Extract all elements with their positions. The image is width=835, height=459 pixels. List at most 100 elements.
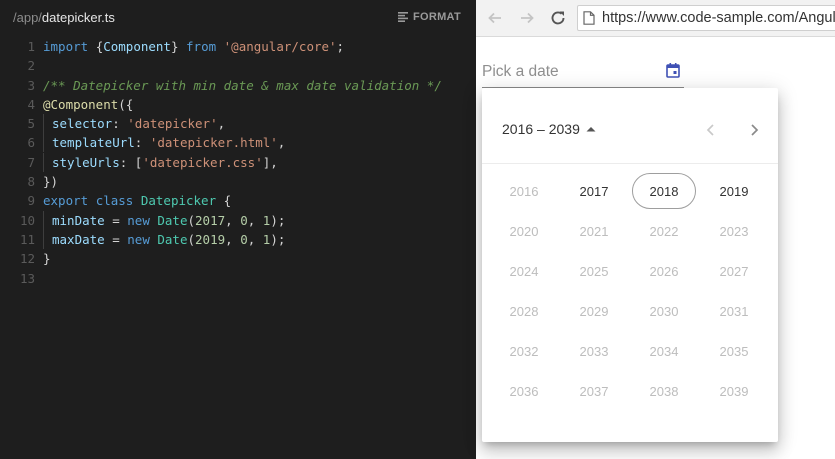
code-token: = (104, 212, 128, 228)
code-token: , (247, 231, 263, 247)
code-token: Datepicker (140, 193, 217, 209)
code-line: 10 minDate = new Date(2017, 0, 1); (0, 210, 476, 230)
code-token: 2019 (195, 231, 226, 247)
code-line: 12} (0, 249, 476, 268)
code-token: , (277, 135, 286, 151)
year-cell-2017[interactable]: 2017 (562, 173, 626, 209)
code-line: 2 (0, 56, 476, 75)
calendar-divider (482, 163, 778, 164)
year-cell-2024: 2024 (509, 263, 539, 279)
arrow-right-icon (521, 12, 534, 24)
year-cell-2018[interactable]: 2018 (632, 173, 696, 209)
year-cell-2026: 2026 (649, 263, 679, 279)
code-token: } (170, 39, 187, 54)
code-token: { (216, 193, 232, 209)
code-area[interactable]: 1 import {Component} from '@angular/core'… (0, 37, 476, 288)
code-token: , (225, 231, 241, 247)
year-cell-2038: 2038 (649, 383, 679, 399)
code-token: } (43, 251, 51, 267)
code-token: ; (336, 39, 345, 54)
year-cell-2035: 2035 (719, 343, 749, 359)
line-number: 7 (27, 154, 35, 170)
address-bar[interactable]: https://www.code-sample.com/Angular (577, 5, 835, 31)
year-cell-2032: 2032 (509, 343, 539, 359)
code-token: 2017 (195, 212, 226, 228)
code-token: ( (187, 212, 196, 228)
code-token: ( (187, 231, 196, 247)
code-token: import (43, 39, 96, 54)
year-cell-2016: 2016 (509, 183, 539, 199)
back-button[interactable] (485, 8, 505, 28)
code-token: : (134, 135, 150, 151)
page-icon (583, 11, 595, 25)
line-number: 2 (27, 58, 35, 74)
period-label: 2016 – 2039 (502, 121, 580, 137)
arrow-left-icon (488, 12, 501, 24)
code-editor-panel: /app/datepicker.ts FORMAT 1 import { Compo… (0, 0, 476, 459)
code-token: Component (103, 39, 171, 54)
browser-toolbar: https://www.code-sample.com/Angular (476, 0, 835, 37)
code-token: templateUrl (52, 135, 135, 151)
code-token: 'datepicker' (127, 116, 218, 132)
code-token: ({ (118, 96, 134, 112)
date-input[interactable] (482, 61, 652, 83)
code-token: @Component (43, 96, 119, 112)
code-token: Date (157, 231, 188, 247)
code-token: , (225, 212, 241, 228)
code-line: 3 /** Datepicker with min date & max date… (0, 76, 476, 95)
next-button[interactable] (746, 122, 762, 138)
line-number: 8 (27, 174, 35, 190)
code-token: 0 (240, 231, 248, 247)
line-number: 1 (27, 39, 35, 54)
line-number: 13 (19, 270, 35, 286)
code-token: }) (43, 174, 59, 190)
year-cell-2020: 2020 (509, 223, 539, 239)
line-number: 3 (27, 77, 35, 93)
year-cell-2025: 2025 (579, 263, 609, 279)
year-cell-2021: 2021 (579, 223, 609, 239)
year-cell-2029: 2029 (579, 303, 609, 319)
code-comment: /** Datepicker with min date & max date … (43, 77, 442, 93)
code-token: : [ (119, 154, 143, 170)
forward-button[interactable] (517, 8, 537, 28)
file-path: /app/datepicker.ts (13, 10, 115, 25)
datepicker-popup: 2016 – 2039 2016 2017 2018 2019 2020 2021 2022… (482, 88, 778, 442)
code-token: ], (262, 154, 278, 170)
caret-up-icon (586, 127, 596, 132)
code-token: new (127, 212, 158, 228)
file-path-name[interactable]: datepicker.ts (42, 10, 115, 25)
address-url: https://www.code-sample.com/Angular (602, 10, 835, 26)
browser-preview: https://www.code-sample.com/Angular 2016… (476, 0, 835, 459)
line-number: 9 (27, 193, 35, 209)
page-content: 2016 – 2039 2016 201720182019 2020 2021 2022… (476, 37, 835, 459)
chevron-right-icon (751, 124, 759, 136)
code-token: maxDate (52, 231, 105, 247)
reload-icon (551, 11, 565, 25)
date-form-field (482, 59, 684, 88)
code-token: minDate (52, 212, 105, 228)
chevron-left-icon (706, 124, 714, 136)
indent-guide (43, 229, 44, 249)
line-number: 5 (27, 116, 35, 132)
code-line: 6 templateUrl: 'datepicker.html', (0, 133, 476, 153)
indent-guide (43, 133, 44, 153)
year-cell-2039: 2039 (719, 383, 749, 399)
period-toggle-button[interactable]: 2016 – 2039 (502, 121, 596, 137)
previous-button[interactable] (703, 122, 719, 138)
year-cell-2037: 2037 (579, 383, 609, 399)
code-line: 1 import {Component} from '@angular/core'… (0, 37, 476, 56)
line-number: 10 (19, 212, 35, 228)
reload-button[interactable] (548, 8, 568, 28)
code-token: export (43, 193, 96, 209)
year-cell-2030: 2030 (649, 303, 679, 319)
format-button[interactable]: FORMAT (397, 11, 461, 23)
year-cell-2023: 2023 (719, 223, 749, 239)
code-token: , (247, 212, 263, 228)
code-token: 'datepicker.html' (149, 135, 278, 151)
code-line: 11 maxDate = new Date(2019, 0, 1); (0, 229, 476, 249)
datepicker-toggle-button[interactable] (666, 63, 682, 79)
year-cell-2022: 2022 (649, 223, 679, 239)
indent-guide (43, 114, 44, 134)
code-token: selector (52, 116, 113, 132)
year-cell-2019[interactable]: 2019 (702, 173, 766, 209)
